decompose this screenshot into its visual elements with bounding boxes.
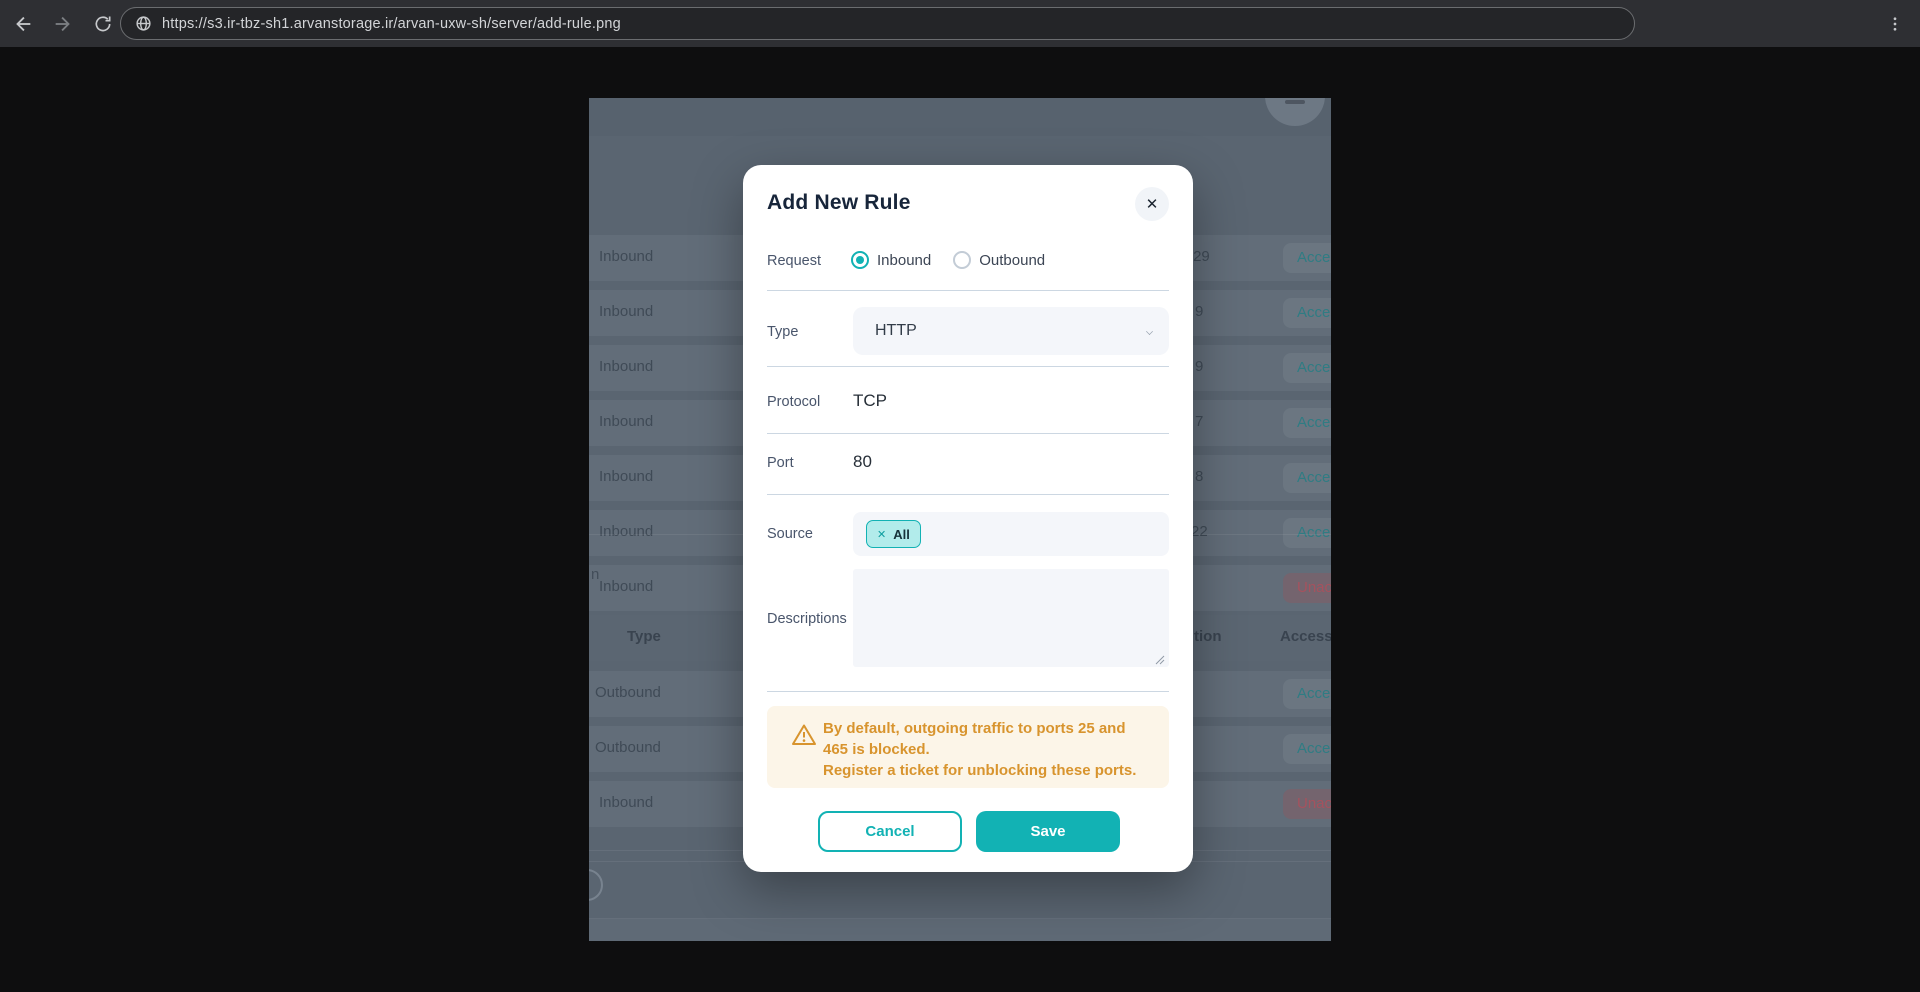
table-bottom-band — [589, 919, 1331, 941]
protocol-value: TCP — [853, 391, 887, 411]
access-badge: Access — [1283, 298, 1331, 328]
divider — [767, 366, 1169, 367]
access-badge: Access — [1283, 518, 1331, 548]
protocol-label: Protocol — [767, 394, 820, 410]
access-badge: Unaccess — [1283, 573, 1331, 603]
column-header-destination: tion — [1194, 628, 1222, 645]
descriptions-textarea[interactable] — [853, 569, 1169, 667]
radio-unselected-icon — [953, 251, 971, 269]
modal-title: Add New Rule — [767, 191, 911, 215]
divider — [767, 290, 1169, 291]
divider — [767, 433, 1169, 434]
access-badge: Access — [1283, 243, 1331, 273]
access-badge: Access — [1283, 353, 1331, 383]
remove-tag-icon[interactable]: ✕ — [877, 528, 886, 541]
cell-destination: 7 — [1195, 413, 1203, 430]
back-icon — [12, 13, 34, 35]
radio-option-inbound[interactable]: Inbound — [851, 251, 931, 269]
descriptions-label: Descriptions — [767, 611, 847, 627]
clipped-section-text: n — [591, 566, 599, 583]
column-header-type: Type — [627, 628, 661, 645]
forward-button[interactable] — [46, 7, 80, 41]
warning-box: By default, outgoing traffic to ports 25… — [767, 706, 1169, 788]
cell-destination: 8 — [1195, 468, 1203, 485]
warning-triangle-icon — [791, 723, 817, 747]
cell-direction: Inbound — [599, 468, 653, 485]
clipped-pagination-circle — [589, 869, 603, 901]
source-label: Source — [767, 526, 813, 542]
type-select[interactable]: HTTP — [853, 307, 1169, 355]
radio-option-outbound[interactable]: Outbound — [953, 251, 1045, 269]
cell-direction: Outbound — [595, 739, 661, 756]
access-badge: Access — [1283, 463, 1331, 493]
request-label: Request — [767, 253, 821, 269]
cell-direction: Inbound — [599, 523, 653, 540]
source-tag-all: ✕ All — [866, 520, 921, 548]
warning-line-2: Register a ticket for unblocking these p… — [823, 760, 1145, 781]
browser-menu-button[interactable] — [1878, 7, 1912, 41]
cell-direction: Inbound — [599, 303, 653, 320]
table-top-band — [589, 98, 1331, 136]
divider — [767, 691, 1169, 692]
chevron-down-icon — [1146, 328, 1153, 335]
cell-destination: 22 — [1191, 523, 1208, 540]
access-badge: Access — [1283, 408, 1331, 438]
globe-icon — [135, 15, 152, 32]
kebab-menu-icon — [1886, 15, 1904, 33]
forward-icon — [52, 13, 74, 35]
warning-line-1: By default, outgoing traffic to ports 25… — [823, 718, 1145, 760]
port-label: Port — [767, 455, 794, 471]
access-badge: Access — [1283, 679, 1331, 709]
source-input[interactable]: ✕ All — [853, 512, 1169, 556]
cell-direction: Inbound — [599, 413, 653, 430]
warning-text: By default, outgoing traffic to ports 25… — [823, 718, 1145, 781]
type-selected-value: HTTP — [875, 322, 917, 340]
cell-direction: Inbound — [599, 794, 653, 811]
close-button[interactable]: ✕ — [1135, 187, 1169, 221]
dimmed-icon — [1285, 100, 1305, 104]
resize-handle-icon[interactable] — [1153, 653, 1165, 665]
back-button[interactable] — [6, 7, 40, 41]
cell-direction: Inbound — [599, 248, 653, 265]
radio-label: Inbound — [877, 252, 931, 269]
url-text: https://s3.ir-tbz-sh1.arvanstorage.ir/ar… — [162, 16, 621, 32]
address-bar[interactable]: https://s3.ir-tbz-sh1.arvanstorage.ir/ar… — [120, 7, 1635, 40]
cell-destination: 9 — [1195, 303, 1203, 320]
column-header-access: Access — [1280, 628, 1331, 645]
request-radio-group: Inbound Outbound — [851, 251, 1045, 269]
cell-direction: Inbound — [599, 578, 653, 595]
add-rule-modal: Add New Rule ✕ Request Inbound Outbound … — [743, 165, 1193, 872]
reload-button[interactable] — [86, 7, 120, 41]
browser-toolbar: https://s3.ir-tbz-sh1.arvanstorage.ir/ar… — [0, 0, 1920, 47]
port-value: 80 — [853, 452, 872, 472]
radio-label: Outbound — [979, 252, 1045, 269]
access-badge: Access — [1283, 734, 1331, 764]
cell-destination: 9 — [1195, 358, 1203, 375]
cell-direction: Outbound — [595, 684, 661, 701]
type-label: Type — [767, 324, 798, 340]
cell-direction: Inbound — [599, 358, 653, 375]
cancel-button[interactable]: Cancel — [818, 811, 962, 852]
access-badge: Unaccess — [1283, 789, 1331, 819]
save-button[interactable]: Save — [976, 811, 1120, 852]
tag-label: All — [893, 527, 910, 542]
reload-icon — [93, 14, 113, 34]
close-icon: ✕ — [1146, 195, 1159, 213]
radio-selected-icon — [851, 251, 869, 269]
divider — [767, 494, 1169, 495]
